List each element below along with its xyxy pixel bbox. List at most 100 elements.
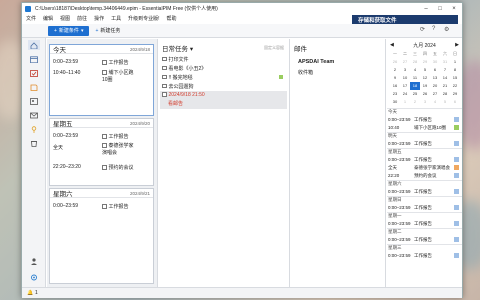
- menu-file[interactable]: 文件: [26, 15, 36, 22]
- menu-help[interactable]: 帮助: [166, 15, 176, 22]
- contacts-icon[interactable]: [28, 96, 40, 106]
- agenda-item[interactable]: 全天 泰德张学家演唱会: [388, 165, 461, 171]
- calendar-day[interactable]: 27: [400, 58, 410, 66]
- user-icon[interactable]: [28, 256, 40, 266]
- checkbox[interactable]: [162, 65, 167, 71]
- calendar-day[interactable]: 28: [440, 90, 450, 98]
- day-card-today[interactable]: 今天 2024/9/18 0:00–23:59 工作报告 10:40–11:40 …: [49, 44, 154, 116]
- checkbox[interactable]: [162, 83, 167, 89]
- calendar-day[interactable]: 26: [420, 90, 430, 98]
- checkbox[interactable]: [162, 56, 167, 62]
- calendar-day[interactable]: 19: [420, 82, 430, 90]
- calendar-day[interactable]: 5: [420, 66, 430, 74]
- menu-action[interactable]: 操作: [94, 15, 104, 22]
- next-month-icon[interactable]: ▶: [455, 42, 459, 48]
- calendar-day[interactable]: 30: [390, 98, 400, 106]
- tasks-icon[interactable]: [28, 68, 40, 78]
- agenda-item[interactable]: 0:00–23:59 工作报告: [388, 117, 461, 123]
- task-row[interactable]: 去公园遛狗: [160, 82, 287, 90]
- mail-account[interactable]: APSDAI Team: [298, 59, 334, 65]
- calendar-day[interactable]: 30: [430, 58, 440, 66]
- sync-settings-icon[interactable]: [28, 272, 40, 282]
- new-item-button[interactable]: + 新建条件 ▾: [48, 25, 90, 36]
- task-row[interactable]: 打印文件: [160, 55, 287, 63]
- password-icon[interactable]: [28, 124, 40, 134]
- home-icon[interactable]: [28, 40, 40, 50]
- calendar-day[interactable]: 3: [400, 66, 410, 74]
- bell-icon[interactable]: 🔔: [27, 290, 33, 296]
- agenda-item[interactable]: 0:00–23:59 工作报告: [388, 221, 461, 227]
- checkbox[interactable]: [102, 60, 107, 65]
- event-title[interactable]: 泰德张学家演唱会: [102, 143, 136, 156]
- agenda-item[interactable]: 0:00–23:59 工作报告: [388, 237, 461, 243]
- calendar-day[interactable]: 13: [430, 74, 440, 82]
- calendar-day[interactable]: 24: [400, 90, 410, 98]
- event-title[interactable]: 工作报告: [102, 59, 129, 66]
- calendar-day[interactable]: 6: [430, 66, 440, 74]
- calendar-day[interactable]: 10: [400, 74, 410, 82]
- sync-icon[interactable]: ⟳: [420, 26, 425, 33]
- agenda-item[interactable]: 10:40 埔下小区跑10圈: [388, 125, 461, 131]
- calendar-day[interactable]: 2: [390, 66, 400, 74]
- task-row[interactable]: !! 搬完地毯: [160, 73, 287, 81]
- calendar-day[interactable]: 3: [420, 98, 430, 106]
- task-row-selected[interactable]: 2024/9/18 21:50 看邮告: [160, 91, 287, 109]
- checkbox[interactable]: [102, 134, 107, 139]
- calendar-day[interactable]: 6: [450, 98, 460, 106]
- task-row[interactable]: 看电影《小丑2》: [160, 64, 287, 72]
- notes-icon[interactable]: [28, 82, 40, 92]
- menu-edit[interactable]: 编辑: [43, 15, 53, 22]
- calendar-day[interactable]: 23: [390, 90, 400, 98]
- calendar-day[interactable]: 22: [450, 82, 460, 90]
- mail-icon[interactable]: [28, 110, 40, 120]
- maximize-icon[interactable]: □: [433, 3, 447, 14]
- calendar-day[interactable]: 26: [390, 58, 400, 66]
- store-files-banner[interactable]: 存储和获取文件: [352, 15, 458, 24]
- checkbox[interactable]: [162, 92, 167, 97]
- calendar-day[interactable]: 29: [420, 58, 430, 66]
- checkbox[interactable]: [102, 143, 107, 148]
- calendar-day[interactable]: 5: [440, 98, 450, 106]
- settings-icon[interactable]: ⚙: [444, 26, 449, 33]
- checkbox[interactable]: [102, 204, 107, 209]
- agenda-item[interactable]: 0:00–23:59 工作报告: [388, 157, 461, 163]
- calendar-day[interactable]: 18: [410, 82, 420, 90]
- mail-folder-inbox[interactable]: 收件箱: [298, 69, 313, 76]
- calendar-day[interactable]: 15: [450, 74, 460, 82]
- calendar-day[interactable]: 9: [390, 74, 400, 82]
- calendar-day[interactable]: 1: [450, 58, 460, 66]
- checkbox[interactable]: [162, 74, 167, 80]
- menu-view[interactable]: 视图: [60, 15, 70, 22]
- agenda-item[interactable]: 0:00–23:59 工作报告: [388, 253, 461, 259]
- calendar-day[interactable]: 17: [400, 82, 410, 90]
- agenda-item[interactable]: 0:00–23:59 工作报告: [388, 141, 461, 147]
- calendar-day[interactable]: 14: [440, 74, 450, 82]
- calendar-day[interactable]: 8: [450, 66, 460, 74]
- trash-icon[interactable]: [28, 138, 40, 148]
- calendar-day[interactable]: 31: [440, 58, 450, 66]
- calendar-day[interactable]: 7: [440, 66, 450, 74]
- close-icon[interactable]: ×: [447, 3, 461, 14]
- agenda-item[interactable]: 0:00–23:59 工作报告: [388, 189, 461, 195]
- tasks-header[interactable]: 日常任务 ▾: [162, 43, 193, 53]
- calendar-day[interactable]: 2: [410, 98, 420, 106]
- calendar-day[interactable]: 1: [400, 98, 410, 106]
- checkbox[interactable]: [102, 165, 107, 170]
- menu-go[interactable]: 前往: [77, 15, 87, 22]
- day-card-friday[interactable]: 星期五 2024/9/20 0:00–23:59 工作报告 全天 泰德张学家演唱会…: [49, 118, 154, 186]
- event-title[interactable]: 预约的会议: [102, 164, 134, 171]
- calendar-day[interactable]: 12: [420, 74, 430, 82]
- calendar-day[interactable]: 25: [410, 90, 420, 98]
- day-card-saturday[interactable]: 星期六 2024/9/21 0:00–23:59 工作报告: [49, 188, 154, 284]
- calendar-icon[interactable]: [28, 54, 40, 64]
- menu-tools[interactable]: 工具: [111, 15, 121, 22]
- help-icon[interactable]: ?: [432, 26, 435, 32]
- calendar-day[interactable]: 28: [410, 58, 420, 66]
- calendar-day[interactable]: 27: [430, 90, 440, 98]
- calendar-day[interactable]: 29: [450, 90, 460, 98]
- agenda-item[interactable]: 0:00–23:59 工作报告: [388, 205, 461, 211]
- event-title[interactable]: 工作报告: [102, 203, 129, 210]
- new-todo-button[interactable]: + 新建任务: [95, 27, 120, 35]
- checkbox[interactable]: [102, 70, 107, 75]
- menu-upgrade[interactable]: 升级到专业版!: [128, 15, 159, 22]
